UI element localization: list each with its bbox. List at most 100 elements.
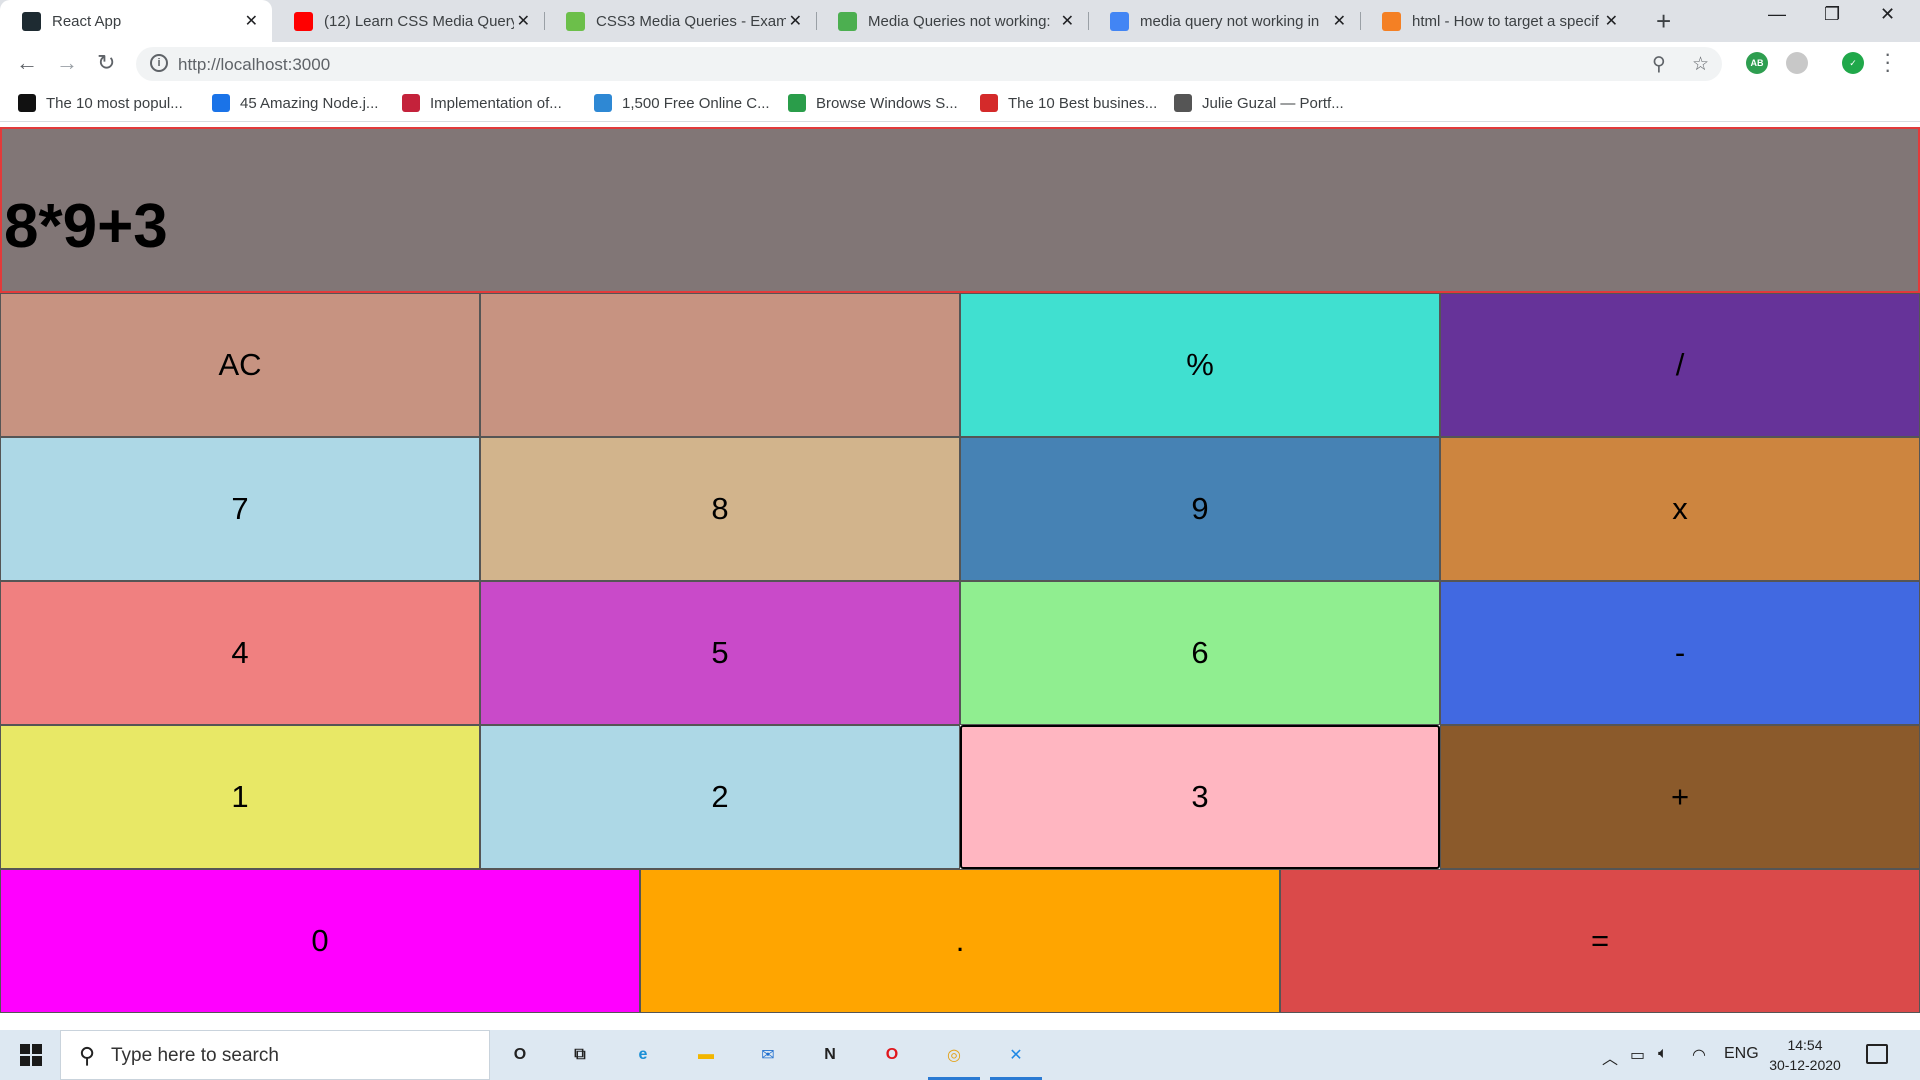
expression-text: 8*9+3 xyxy=(4,192,168,261)
bookmark-label: The 10 most popul... xyxy=(46,94,183,112)
tab-title: media query not working in xyxy=(1140,12,1320,30)
star-icon[interactable]: ☆ xyxy=(1692,53,1709,76)
site-info-icon[interactable]: i xyxy=(150,54,168,72)
key-minus-button[interactable]: - xyxy=(1440,581,1920,725)
edge-icon[interactable]: e xyxy=(627,1039,659,1071)
url-text[interactable]: http://localhost:3000 xyxy=(178,55,330,75)
key-multiply-button[interactable]: x xyxy=(1440,437,1920,581)
back-arrow-icon[interactable]: ← xyxy=(16,50,38,76)
heart-icon xyxy=(980,94,998,112)
key-percent-button[interactable]: % xyxy=(960,293,1440,437)
tab-separator xyxy=(1360,12,1361,30)
reload-icon[interactable]: ↻ xyxy=(97,50,115,76)
key-2-button[interactable]: 2 xyxy=(480,725,960,869)
key-decimal-button[interactable]: . xyxy=(640,869,1280,1013)
zoom-icon[interactable]: ⚲ xyxy=(1652,53,1666,76)
search-icon: ⚲ xyxy=(79,1043,96,1068)
key-blank-button[interactable] xyxy=(480,293,960,437)
clock-date: 30-12-2020 xyxy=(1769,1057,1841,1073)
key-1-button[interactable]: 1 xyxy=(0,725,480,869)
browser-tab[interactable]: React App ✕ xyxy=(0,0,272,42)
browser-tab[interactable]: media query not working in ✕ xyxy=(1088,0,1360,42)
key-4-button[interactable]: 4 xyxy=(0,581,480,725)
address-bar[interactable]: i http://localhost:3000 ⚲ ☆ xyxy=(136,47,1722,81)
browser-tab[interactable]: html - How to target a specif ✕ xyxy=(1360,0,1632,42)
tab-close-icon[interactable]: ✕ xyxy=(517,11,530,31)
key-3-button[interactable]: 3 xyxy=(960,725,1440,869)
key-plus-button[interactable]: + xyxy=(1440,725,1920,869)
close-window-icon[interactable]: ✕ xyxy=(1880,4,1895,25)
bookmark-item[interactable]: Implementation of... xyxy=(402,94,562,112)
bookmark-label: Browse Windows S... xyxy=(816,94,958,112)
browser-toolbar: ← → ↻ i http://localhost:3000 ⚲ ☆ xyxy=(0,42,1920,86)
bookmark-item[interactable]: The 10 Best busines... xyxy=(980,94,1157,112)
bookmark-label: 1,500 Free Online C... xyxy=(622,94,770,112)
browser-tab[interactable]: Media Queries not working: ✕ xyxy=(816,0,1088,42)
loading-circle-icon xyxy=(212,94,230,112)
key-0-button[interactable]: 0 xyxy=(0,869,640,1013)
windows-taskbar: ⚲ Type here to search O ⧉ e ▬ ✉ N O ◎ ✕ ︿ ▭ 🔈︎ ◠… xyxy=(0,1030,1920,1080)
vscode-icon[interactable]: ✕ xyxy=(1000,1039,1032,1071)
tab-close-icon[interactable]: ✕ xyxy=(1061,11,1074,31)
search-placeholder[interactable]: Type here to search xyxy=(111,1045,279,1067)
file-explorer-icon[interactable]: ▬ xyxy=(690,1039,722,1071)
key-clear-button[interactable]: AC xyxy=(0,293,480,437)
battery-icon[interactable]: ▭ xyxy=(1630,1045,1645,1065)
mail-icon[interactable]: ✉ xyxy=(752,1039,784,1071)
bookmark-label: Julie Guzal — Portf... xyxy=(1202,94,1344,112)
browser-tab[interactable]: (12) Learn CSS Media Query | ✕ xyxy=(272,0,544,42)
youtube-icon xyxy=(294,11,313,31)
notifications-icon[interactable] xyxy=(1866,1044,1888,1064)
new-tab-plus-icon[interactable]: + xyxy=(1656,6,1671,37)
tab-close-icon[interactable]: ✕ xyxy=(1333,11,1346,31)
browser-tab[interactable]: CSS3 Media Queries - Examp ✕ xyxy=(544,0,816,42)
key-divide-button[interactable]: / xyxy=(1440,293,1920,437)
forward-arrow-icon[interactable]: → xyxy=(56,50,78,76)
tab-title: React App xyxy=(52,12,122,30)
key-5-button[interactable]: 5 xyxy=(480,581,960,725)
bookmark-item[interactable]: Julie Guzal — Portf... xyxy=(1174,94,1344,112)
browser-menu-icon[interactable]: · · · xyxy=(1884,43,1891,81)
adblock-icon[interactable]: AB xyxy=(1746,52,1768,74)
check-shield-icon[interactable]: ✓ xyxy=(1842,52,1864,74)
bookmark-label: 45 Amazing Node.j... xyxy=(240,94,379,112)
tab-title: Media Queries not working: xyxy=(868,12,1051,30)
bookmark-item[interactable]: 45 Amazing Node.j... xyxy=(212,94,378,112)
key-equals-button[interactable]: = xyxy=(1280,869,1920,1013)
bookmark-item[interactable]: 1,500 Free Online C... xyxy=(594,94,770,112)
tab-close-icon[interactable]: ✕ xyxy=(245,11,258,31)
bookmark-label: The 10 Best busines... xyxy=(1008,94,1158,112)
volume-icon[interactable]: 🔈︎ xyxy=(1658,1045,1668,1063)
g-logo-icon xyxy=(1174,94,1192,112)
download-icon xyxy=(788,94,806,112)
tray-overflow-chevron-icon[interactable]: ︿ xyxy=(1602,1045,1618,1069)
opera-icon[interactable]: O xyxy=(876,1039,908,1071)
tab-title: html - How to target a specif xyxy=(1412,12,1599,30)
extension-gray-icon[interactable] xyxy=(1786,52,1808,74)
system-clock[interactable]: 14:54 30-12-2020 xyxy=(1768,1035,1842,1075)
taskbar-search-box[interactable]: ⚲ Type here to search xyxy=(60,1030,490,1080)
oc-icon xyxy=(594,94,612,112)
cortana-icon[interactable]: O xyxy=(504,1039,536,1071)
bookmark-label: Implementation of... xyxy=(430,94,562,112)
restore-icon[interactable]: ❐ xyxy=(1824,4,1840,25)
tab-close-icon[interactable]: ✕ xyxy=(1605,11,1618,31)
tab-close-icon[interactable]: ✕ xyxy=(789,11,802,31)
notion-icon[interactable]: N xyxy=(814,1039,846,1071)
minimize-icon[interactable]: — xyxy=(1768,4,1786,25)
windows-start-icon[interactable] xyxy=(20,1044,42,1066)
browser-tab-bar: React App ✕ (12) Learn CSS Media Query | ✕ C… xyxy=(0,0,1920,42)
bookmark-item[interactable]: The 10 most popul... xyxy=(18,94,183,112)
key-7-button[interactable]: 7 xyxy=(0,437,480,581)
task-view-icon[interactable]: ⧉ xyxy=(564,1039,596,1071)
key-9-button[interactable]: 9 xyxy=(960,437,1440,581)
wifi-icon[interactable]: ◠ xyxy=(1692,1045,1706,1065)
tab-separator xyxy=(1088,12,1089,30)
key-6-button[interactable]: 6 xyxy=(960,581,1440,725)
language-indicator[interactable]: ENG xyxy=(1724,1045,1759,1063)
key-8-button[interactable]: 8 xyxy=(480,437,960,581)
bookmark-item[interactable]: Browse Windows S... xyxy=(788,94,958,112)
w3schools-icon xyxy=(566,11,585,31)
stackoverflow-icon xyxy=(1382,11,1401,31)
chrome-icon[interactable]: ◎ xyxy=(938,1039,970,1071)
